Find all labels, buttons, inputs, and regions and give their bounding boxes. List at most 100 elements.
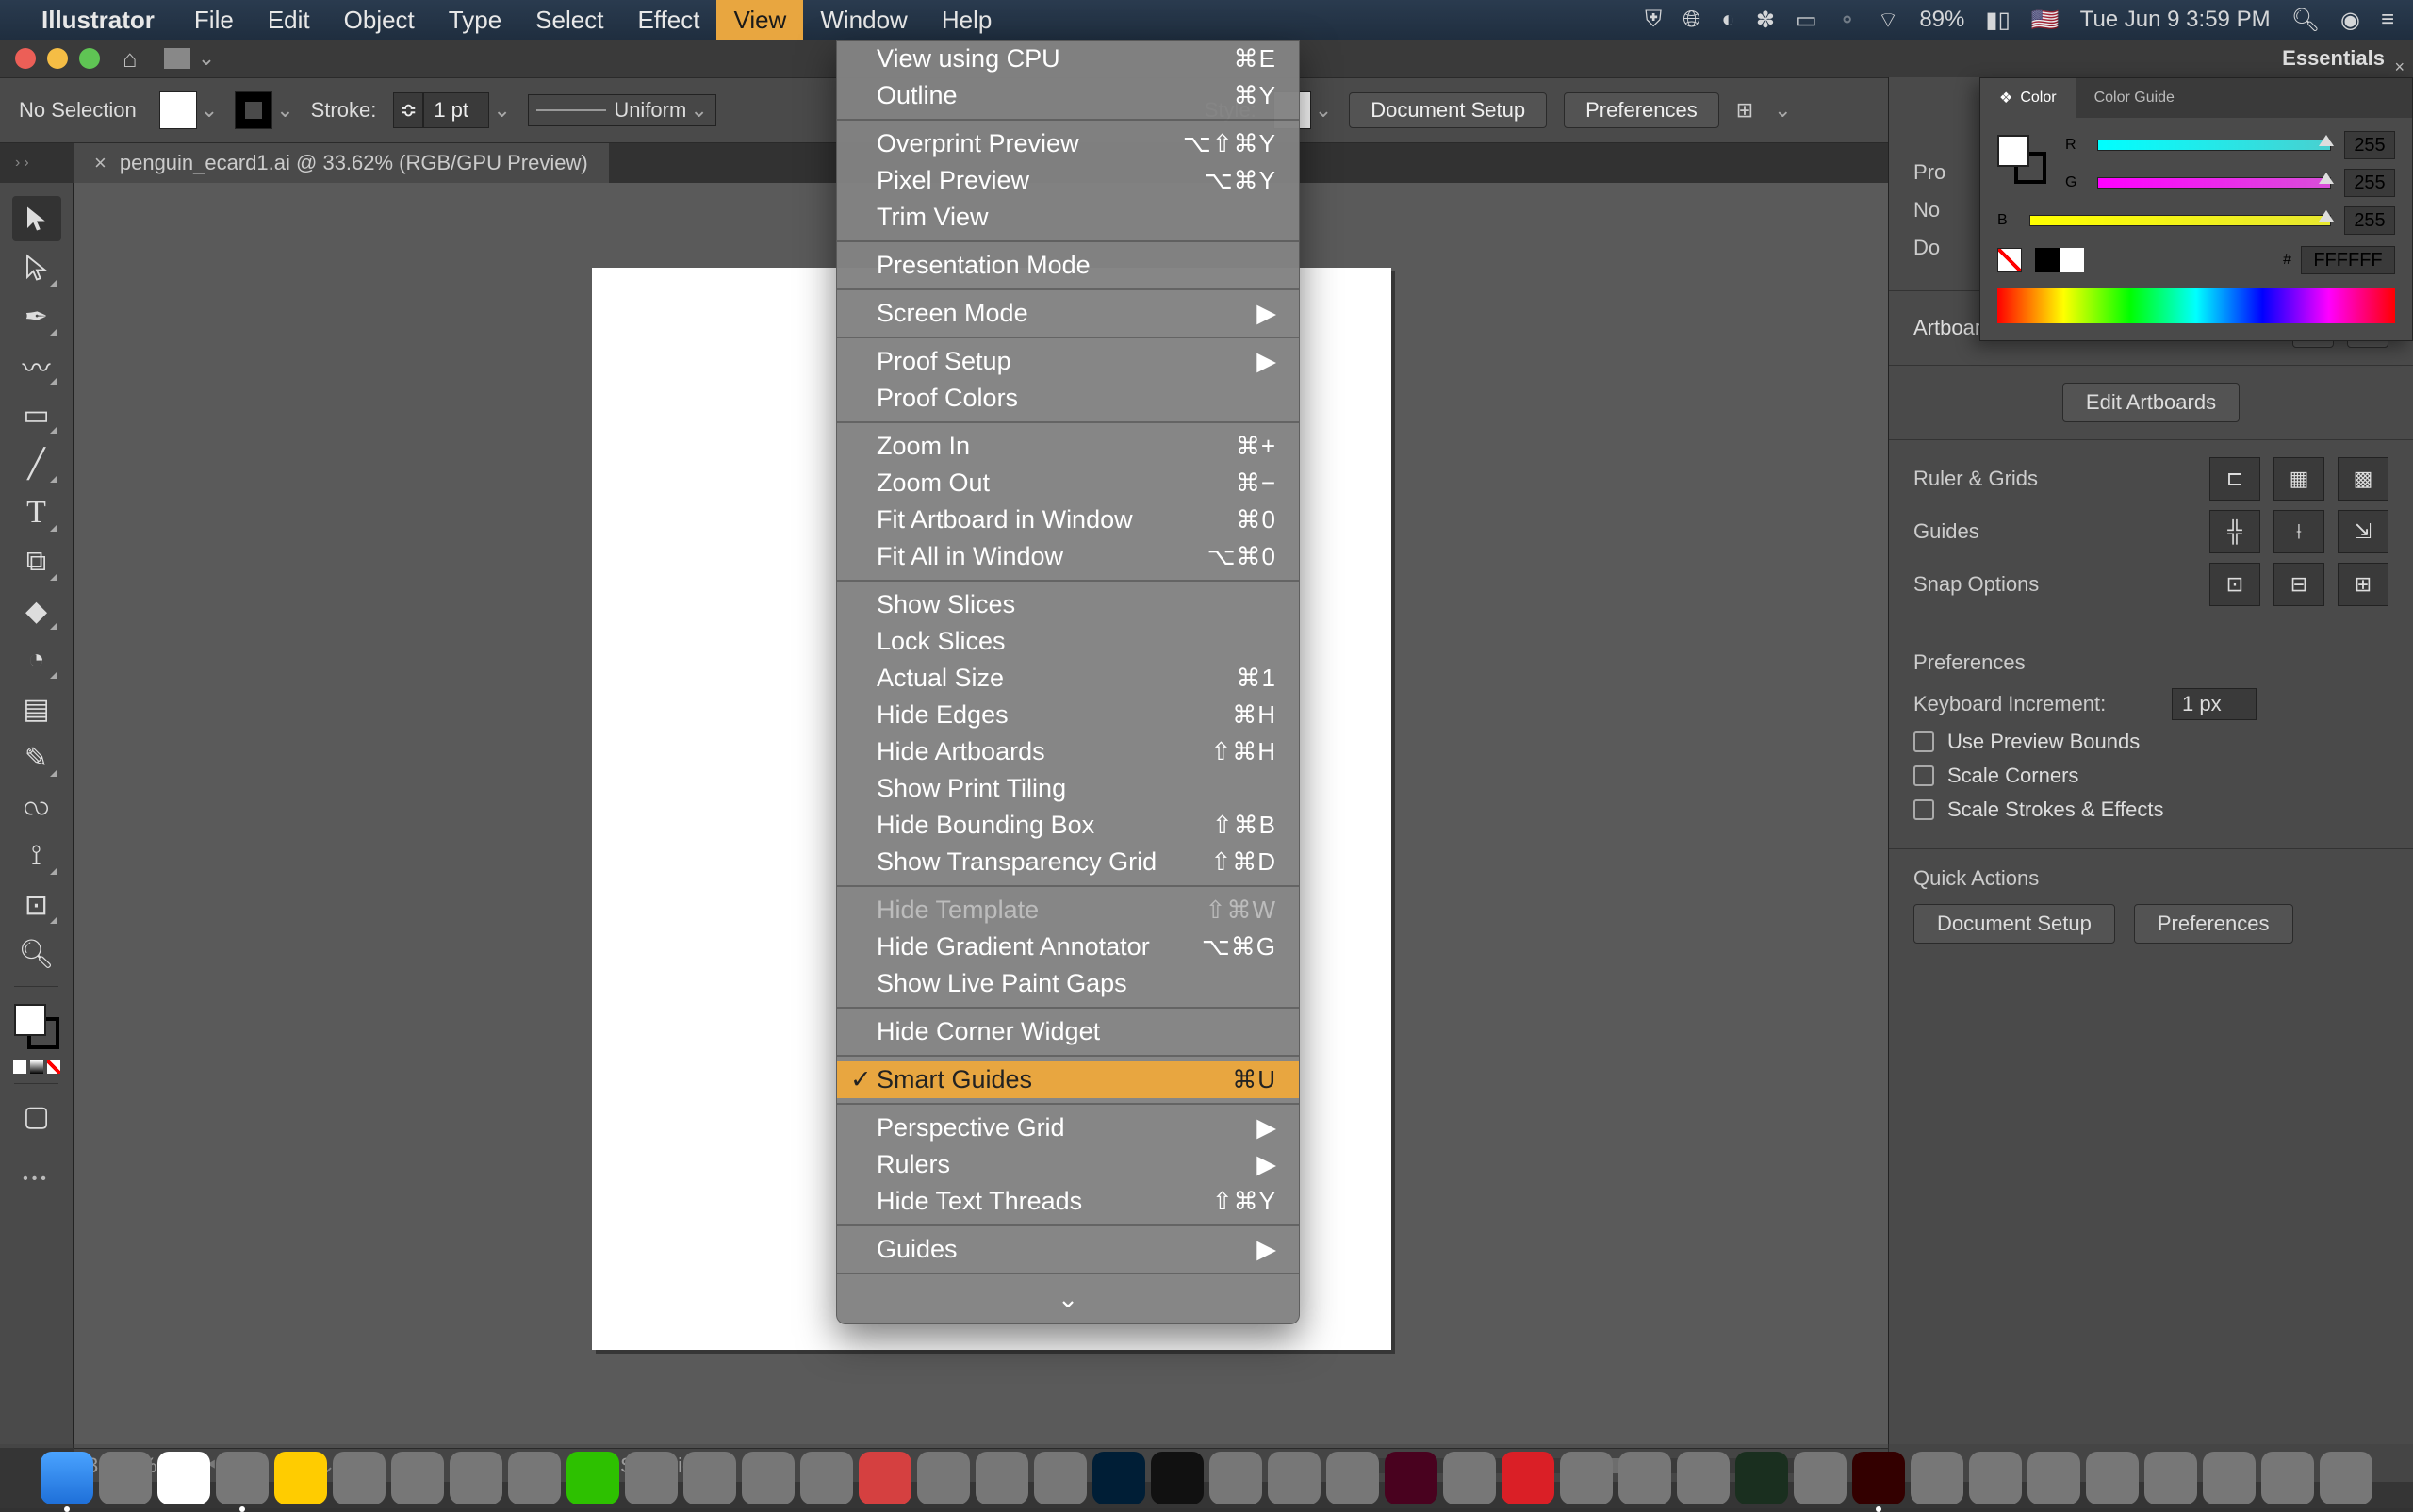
paintbrush-tool[interactable]: ⧉: [12, 539, 61, 584]
flag-icon[interactable]: 🇺🇸: [2031, 7, 2060, 34]
menu-item-fit-artboard-in-window[interactable]: Fit Artboard in Window⌘0: [837, 501, 1299, 538]
expand-panels-icon[interactable]: ››: [15, 155, 33, 172]
dock-discord[interactable]: [1268, 1452, 1321, 1504]
battery-icon[interactable]: ▮▯: [1985, 7, 2010, 34]
none-color-swatch[interactable]: [1997, 248, 2022, 272]
panel-fill-stroke-swatch[interactable]: [1997, 135, 2046, 184]
menu-item-outline[interactable]: Outline⌘Y: [837, 77, 1299, 114]
dock-app-3[interactable]: [1969, 1452, 2022, 1504]
g-value-field[interactable]: 255: [2344, 169, 2395, 197]
dock-zoom[interactable]: [1560, 1452, 1613, 1504]
menu-window[interactable]: Window: [803, 0, 924, 40]
menu-item-zoom-in[interactable]: Zoom In⌘+: [837, 428, 1299, 465]
dock-slack[interactable]: [1443, 1452, 1496, 1504]
quick-preferences-button[interactable]: Preferences: [2134, 904, 2293, 944]
color-spectrum[interactable]: [1997, 288, 2395, 323]
style-dropdown-icon[interactable]: ⌄: [1315, 98, 1332, 123]
dock-app-4[interactable]: [2027, 1452, 2080, 1504]
dock-app-5[interactable]: [2086, 1452, 2139, 1504]
peacock-icon[interactable]: ✽: [1756, 7, 1775, 34]
menu-item-trim-view[interactable]: Trim View: [837, 199, 1299, 236]
dock-app-2[interactable]: [1911, 1452, 1963, 1504]
color-panel-tab-guide[interactable]: Color Guide: [2076, 78, 2193, 118]
dock-pages[interactable]: [625, 1452, 678, 1504]
dock-photos[interactable]: [508, 1452, 561, 1504]
dock-siri[interactable]: [99, 1452, 152, 1504]
symbol-sprayer-tool[interactable]: ⟟: [12, 833, 61, 879]
shape-builder-tool[interactable]: ◔: [12, 637, 61, 682]
siri-icon[interactable]: ◉: [2340, 7, 2360, 34]
type-tool[interactable]: T: [12, 490, 61, 535]
dock-terminal[interactable]: [1151, 1452, 1204, 1504]
grid-toggle-icon[interactable]: ▦: [2273, 457, 2324, 501]
dock-outputapp[interactable]: [1677, 1452, 1730, 1504]
line-tool[interactable]: ╱: [12, 441, 61, 486]
dock-downloads[interactable]: [2261, 1452, 2314, 1504]
stroke-weight-field[interactable]: 1 pt: [423, 92, 489, 128]
menu-item-show-live-paint-gaps[interactable]: Show Live Paint Gaps: [837, 965, 1299, 1002]
dock-trash[interactable]: [2320, 1452, 2372, 1504]
menu-item-hide-bounding-box[interactable]: Hide Bounding Box⇧⌘B: [837, 807, 1299, 844]
hex-field[interactable]: FFFFFF: [2301, 246, 2395, 274]
menu-effect[interactable]: Effect: [620, 0, 716, 40]
color-panel-tab-color[interactable]: ❖Color: [1980, 78, 2076, 118]
notification-center-icon[interactable]: ≡: [2381, 7, 2394, 33]
dock-brackets[interactable]: [1034, 1452, 1087, 1504]
spotlight-icon[interactable]: 🔍︎: [2291, 7, 2320, 34]
dock-numbers[interactable]: [566, 1452, 619, 1504]
dock-reminders[interactable]: [450, 1452, 502, 1504]
menu-item-overprint-preview[interactable]: Overprint Preview⌥⇧⌘Y: [837, 125, 1299, 162]
pen-tool[interactable]: ✒︎: [12, 294, 61, 339]
snap-to-pixel-icon[interactable]: ⊞: [2338, 563, 2388, 606]
hand-tool[interactable]: ⊡: [12, 882, 61, 928]
menu-item-hide-gradient-annotator[interactable]: Hide Gradient Annotator⌥⌘G: [837, 929, 1299, 965]
close-tab-icon[interactable]: ×: [94, 151, 107, 175]
dock-bridge[interactable]: [1735, 1452, 1788, 1504]
dock-keynote[interactable]: [683, 1452, 736, 1504]
dock-photoshop[interactable]: [1092, 1452, 1145, 1504]
gradient-tool[interactable]: ▤: [12, 686, 61, 731]
eyedropper-tool[interactable]: ✎: [12, 735, 61, 781]
menu-item-pixel-preview[interactable]: Pixel Preview⌥⌘Y: [837, 162, 1299, 199]
dock-safari[interactable]: [157, 1452, 210, 1504]
direct-selection-tool[interactable]: [12, 245, 61, 290]
menu-edit[interactable]: Edit: [251, 0, 327, 40]
menu-object[interactable]: Object: [327, 0, 432, 40]
fan-icon[interactable]: ◐: [1721, 7, 1735, 33]
selection-tool[interactable]: [12, 196, 61, 241]
menu-item-rulers[interactable]: Rulers▶: [837, 1146, 1299, 1183]
menu-file[interactable]: File: [177, 0, 251, 40]
app-name[interactable]: Illustrator: [41, 6, 155, 35]
document-tab[interactable]: × penguin_ecard1.ai @ 33.62% (RGB/GPU Pr…: [74, 143, 609, 183]
keyboard-increment-field[interactable]: 1 px: [2172, 688, 2257, 720]
dock-ccleaner[interactable]: [859, 1452, 911, 1504]
dock-cc[interactable]: [1502, 1452, 1554, 1504]
white-swatch[interactable]: [2060, 248, 2084, 272]
window-close-button[interactable]: [15, 48, 36, 69]
curvature-tool[interactable]: 〰: [12, 343, 61, 388]
dock-mail[interactable]: [274, 1452, 327, 1504]
fill-stroke-swatch[interactable]: [12, 1002, 61, 1051]
black-swatch[interactable]: [2035, 248, 2060, 272]
menu-item-actual-size[interactable]: Actual Size⌘1: [837, 660, 1299, 697]
dock-calendar[interactable]: [391, 1452, 444, 1504]
menu-item-hide-artboards[interactable]: Hide Artboards⇧⌘H: [837, 733, 1299, 770]
dock-notes[interactable]: [333, 1452, 386, 1504]
menu-item-screen-mode[interactable]: Screen Mode▶: [837, 295, 1299, 332]
menu-select[interactable]: Select: [518, 0, 620, 40]
dock-firefox[interactable]: [976, 1452, 1028, 1504]
rotate-tool[interactable]: ◆: [12, 588, 61, 633]
preferences-button[interactable]: Preferences: [1564, 92, 1719, 128]
guides-visibility-icon[interactable]: ╬: [2209, 510, 2260, 553]
dock-app-1[interactable]: [1794, 1452, 1847, 1504]
dock-app-6[interactable]: [2144, 1452, 2197, 1504]
globe-icon[interactable]: 🌐︎: [1683, 7, 1700, 33]
menu-item-perspective-grid[interactable]: Perspective Grid▶: [837, 1109, 1299, 1146]
dock-illustrator[interactable]: [1852, 1452, 1905, 1504]
dock-word[interactable]: [800, 1452, 853, 1504]
stroke-weight-dropdown-icon[interactable]: ⌄: [493, 98, 510, 123]
zoom-tool[interactable]: 🔍︎: [12, 931, 61, 977]
edit-toolbar-button[interactable]: •••: [23, 1171, 50, 1188]
stroke-dropdown-icon[interactable]: ⌄: [276, 98, 293, 123]
rectangle-tool[interactable]: ▭: [12, 392, 61, 437]
